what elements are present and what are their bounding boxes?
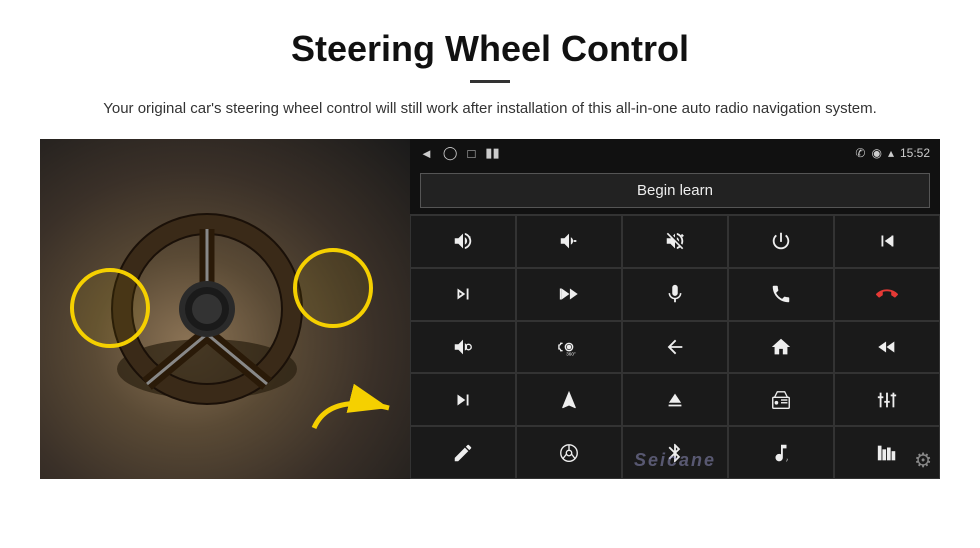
recents-nav-icon[interactable]: □	[467, 146, 475, 161]
steering-ctrl-icon	[558, 442, 580, 464]
cam-360-button[interactable]: 360°	[516, 321, 622, 374]
signal-icon: ▮▮	[485, 145, 499, 161]
phone-icon	[770, 283, 792, 305]
title-divider	[470, 80, 510, 83]
vol-up-button[interactable]	[410, 215, 516, 268]
vol-down-button[interactable]	[516, 215, 622, 268]
steering-image	[40, 139, 410, 479]
wifi-icon: ▴	[888, 146, 894, 160]
rewind-icon	[876, 336, 898, 358]
prev-skip-button[interactable]	[834, 215, 940, 268]
radio-icon	[770, 389, 792, 411]
skip-fwd-icon	[452, 389, 474, 411]
radio-button[interactable]	[728, 373, 834, 426]
hang-up-icon	[876, 283, 898, 305]
prev-skip-icon	[876, 230, 898, 252]
back-nav-icon[interactable]: ◄	[420, 146, 433, 161]
power-icon	[770, 230, 792, 252]
navigate-button[interactable]	[516, 373, 622, 426]
status-right: ✆ ◉ ▴ 15:52	[855, 146, 930, 160]
mic-icon	[664, 283, 686, 305]
skip-fwd-button[interactable]	[410, 373, 516, 426]
eq-button[interactable]	[834, 373, 940, 426]
music-button[interactable]: ♪	[728, 426, 834, 479]
fast-forward-icon	[558, 283, 580, 305]
bars-icon	[876, 442, 898, 464]
next-track-icon	[452, 283, 474, 305]
android-status-bar: ◄ ◯ □ ▮▮ ✆ ◉ ▴ 15:52	[410, 139, 940, 167]
navigate-icon	[558, 389, 580, 411]
bluetooth-icon	[664, 442, 686, 464]
vol-down-icon	[558, 230, 580, 252]
android-screen: ◄ ◯ □ ▮▮ ✆ ◉ ▴ 15:52 Begin learn	[410, 139, 940, 479]
svg-text:360°: 360°	[566, 351, 576, 356]
home-nav-icon[interactable]: ◯	[443, 145, 458, 161]
location-icon: ◉	[871, 146, 881, 160]
eject-button[interactable]	[622, 373, 728, 426]
arrow-container	[309, 383, 399, 438]
mute-icon	[664, 230, 686, 252]
back-button[interactable]	[622, 321, 728, 374]
cam-360-icon: 360°	[558, 336, 580, 358]
back-icon	[664, 336, 686, 358]
subtitle: Your original car's steering wheel contr…	[100, 97, 880, 121]
mic-button[interactable]	[622, 268, 728, 321]
page-container: Steering Wheel Control Your original car…	[0, 0, 980, 479]
title-section: Steering Wheel Control Your original car…	[40, 28, 940, 121]
mute-button[interactable]	[622, 215, 728, 268]
home-icon	[770, 336, 792, 358]
highlight-circle-left	[70, 268, 150, 348]
begin-learn-row: Begin learn	[410, 167, 940, 214]
page-title: Steering Wheel Control	[40, 28, 940, 70]
pen-icon	[452, 442, 474, 464]
music-icon: ♪	[770, 442, 792, 464]
controls-grid: 360°	[410, 214, 940, 479]
highlight-circle-right	[293, 248, 373, 328]
begin-learn-button[interactable]: Begin learn	[420, 173, 930, 208]
phone-button[interactable]	[728, 268, 834, 321]
hang-up-button[interactable]	[834, 268, 940, 321]
pen-button[interactable]	[410, 426, 516, 479]
phone-status-icon: ✆	[855, 146, 865, 160]
time-display: 15:52	[900, 146, 930, 160]
vol-up-icon	[452, 230, 474, 252]
yellow-arrow-icon	[309, 383, 399, 438]
power-button[interactable]	[728, 215, 834, 268]
speaker-icon	[452, 336, 474, 358]
next-track-button[interactable]	[410, 268, 516, 321]
rewind-button[interactable]	[834, 321, 940, 374]
bluetooth-button[interactable]	[622, 426, 728, 479]
gear-icon[interactable]: ⚙	[914, 448, 932, 473]
svg-text:♪: ♪	[786, 457, 789, 463]
status-left: ◄ ◯ □ ▮▮	[420, 145, 500, 161]
speaker-button[interactable]	[410, 321, 516, 374]
fast-forward-button[interactable]	[516, 268, 622, 321]
content-row: ◄ ◯ □ ▮▮ ✆ ◉ ▴ 15:52 Begin learn	[40, 139, 940, 479]
home-button[interactable]	[728, 321, 834, 374]
eq-icon	[876, 389, 898, 411]
steering-ctrl-button[interactable]	[516, 426, 622, 479]
eject-icon	[664, 389, 686, 411]
